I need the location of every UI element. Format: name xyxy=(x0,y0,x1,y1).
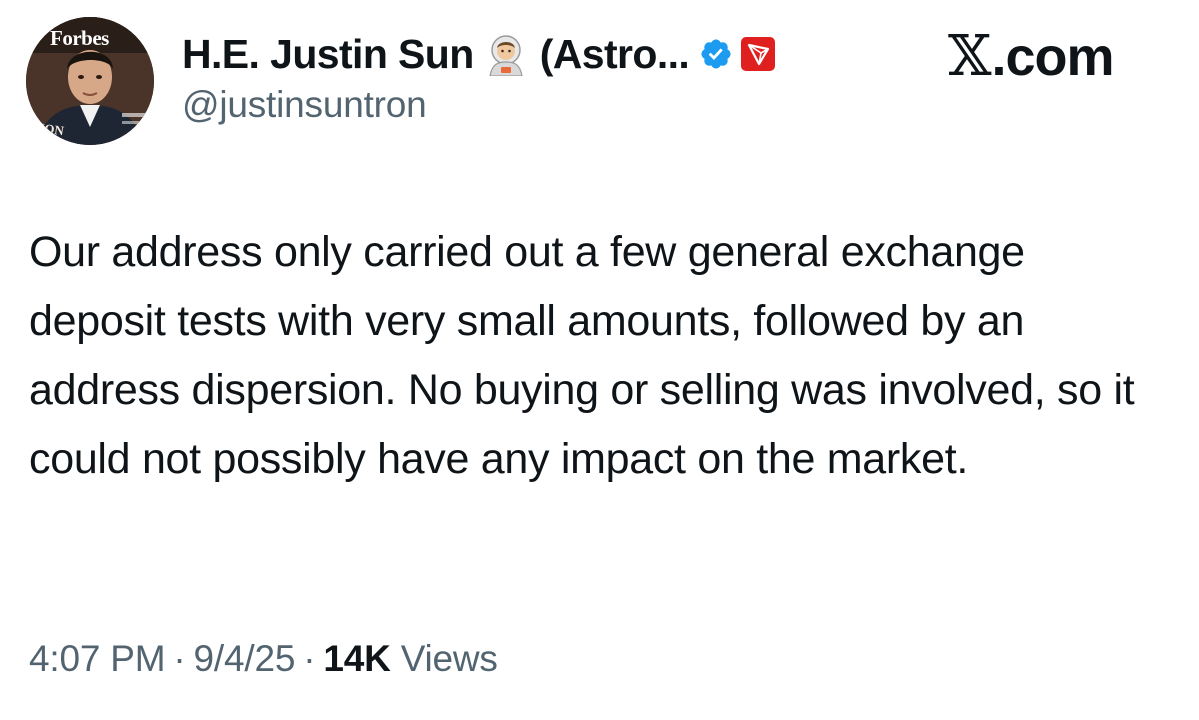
tweet-meta: 4:07 PM · 9/4/25 · 14K Views xyxy=(29,638,498,680)
verified-badge-icon[interactable] xyxy=(699,37,733,71)
views-count[interactable]: 14K xyxy=(323,638,390,679)
views-label: Views xyxy=(400,638,498,679)
display-name[interactable]: H.E. Justin Sun xyxy=(182,31,474,78)
avatar-cover-text: RION xyxy=(29,118,65,139)
author-name-row[interactable]: H.E. Justin Sun (Astro... xyxy=(182,28,776,80)
avatar-masthead: Forbes xyxy=(50,26,109,50)
brand-domain-label: .com xyxy=(991,26,1114,87)
x-logo-icon: 𝕏 xyxy=(948,24,991,89)
avatar[interactable]: Forbes RION xyxy=(26,17,154,145)
tron-logo-icon[interactable] xyxy=(741,37,776,71)
tweet-date[interactable]: 9/4/25 xyxy=(194,638,296,679)
meta-separator: · xyxy=(303,638,316,679)
tweet-time[interactable]: 4:07 PM xyxy=(29,638,166,679)
author-handle[interactable]: @justinsuntron xyxy=(182,84,427,126)
x-com-logo: 𝕏 .com xyxy=(948,24,1115,89)
display-name-suffix[interactable]: (Astro... xyxy=(540,31,690,78)
meta-separator: · xyxy=(173,638,186,679)
astronaut-emoji-icon xyxy=(484,32,528,77)
tweet-text: Our address only carried out a few gener… xyxy=(29,228,1135,483)
